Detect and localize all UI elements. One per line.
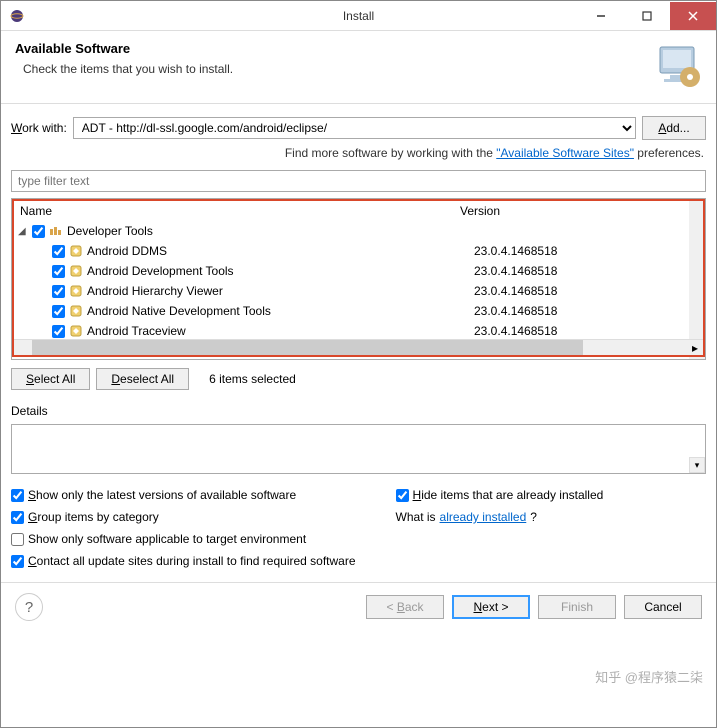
tree-feature-row[interactable]: Android Hierarchy Viewer 23.0.4.1468518	[14, 281, 703, 301]
feature-checkbox[interactable]	[52, 305, 65, 318]
tree-feature-row[interactable]: Android Traceview 23.0.4.1468518	[14, 321, 703, 341]
next-button[interactable]: Next >	[452, 595, 530, 619]
option-show-latest[interactable]: Show only the latest versions of availab…	[11, 488, 356, 502]
help-button[interactable]: ?	[15, 593, 43, 621]
page-title: Available Software	[15, 41, 654, 56]
feature-checkbox[interactable]	[52, 325, 65, 338]
back-button[interactable]: < Back	[366, 595, 444, 619]
feature-version: 23.0.4.1468518	[474, 284, 557, 298]
category-icon	[49, 224, 63, 238]
software-tree: Name Version ◢ Developer Tools Android DDM…	[11, 198, 706, 360]
option-show-applicable[interactable]: Show only software applicable to target …	[11, 532, 356, 546]
divider	[1, 582, 716, 583]
feature-checkbox[interactable]	[52, 265, 65, 278]
feature-icon	[69, 324, 83, 338]
add-button[interactable]: Add...	[642, 116, 706, 140]
titlebar: Install	[1, 1, 716, 31]
details-label: Details	[11, 404, 706, 418]
feature-label: Android Hierarchy Viewer	[87, 284, 223, 298]
select-all-button[interactable]: Select All	[11, 368, 90, 390]
feature-icon	[69, 264, 83, 278]
tree-feature-row[interactable]: Android Native Development Tools 23.0.4.1…	[14, 301, 703, 321]
window-title: Install	[343, 9, 374, 23]
feature-checkbox[interactable]	[52, 285, 65, 298]
feature-checkbox[interactable]	[52, 245, 65, 258]
category-checkbox[interactable]	[32, 225, 45, 238]
cancel-button[interactable]: Cancel	[624, 595, 702, 619]
category-label: Developer Tools	[67, 224, 153, 238]
feature-icon	[69, 244, 83, 258]
dialog-header: Available Software Check the items that …	[1, 31, 716, 104]
feature-version: 23.0.4.1468518	[474, 244, 557, 258]
option-hide-installed[interactable]: Hide items that are already installed	[396, 488, 604, 502]
maximize-button[interactable]	[624, 2, 670, 30]
feature-icon	[69, 284, 83, 298]
option-group-category[interactable]: Group items by category	[11, 510, 356, 524]
watermark: 知乎 @程序猿二柒	[595, 667, 703, 686]
close-button[interactable]	[670, 2, 716, 30]
find-more-text: Find more software by working with the "…	[11, 146, 704, 160]
available-sites-link[interactable]: "Available Software Sites"	[496, 146, 634, 160]
page-description: Check the items that you wish to install…	[23, 62, 654, 76]
column-name[interactable]: Name	[14, 202, 454, 220]
feature-version: 23.0.4.1468518	[474, 324, 557, 338]
feature-label: Android DDMS	[87, 244, 167, 258]
eclipse-icon	[9, 8, 25, 24]
work-with-select[interactable]: ADT - http://dl-ssl.google.com/android/e…	[73, 117, 636, 139]
feature-label: Android Traceview	[87, 324, 186, 338]
install-icon	[654, 41, 702, 89]
feature-version: 23.0.4.1468518	[474, 264, 557, 278]
feature-label: Android Development Tools	[87, 264, 234, 278]
expand-icon[interactable]: ◢	[18, 226, 28, 237]
feature-version: 23.0.4.1468518	[474, 304, 557, 318]
option-contact-sites[interactable]: Contact all update sites during install …	[11, 554, 356, 568]
finish-button[interactable]: Finish	[538, 595, 616, 619]
tree-category-row[interactable]: ◢ Developer Tools	[14, 221, 703, 241]
feature-icon	[69, 304, 83, 318]
tree-feature-row[interactable]: Android Development Tools 23.0.4.1468518	[14, 261, 703, 281]
deselect-all-button[interactable]: Deselect All	[96, 368, 189, 390]
column-version[interactable]: Version	[454, 202, 506, 220]
already-installed-link[interactable]: already installed	[440, 510, 527, 524]
details-text[interactable]: ▾	[11, 424, 706, 474]
filter-input[interactable]	[11, 170, 706, 192]
what-is-installed: What is already installed?	[396, 510, 604, 524]
feature-label: Android Native Development Tools	[87, 304, 271, 318]
items-selected-label: 6 items selected	[209, 372, 296, 386]
minimize-button[interactable]	[578, 2, 624, 30]
tree-feature-row[interactable]: Android DDMS 23.0.4.1468518	[14, 241, 703, 261]
horizontal-scrollbar[interactable]: ▸	[14, 339, 703, 355]
work-with-label: Work with:	[11, 121, 67, 135]
